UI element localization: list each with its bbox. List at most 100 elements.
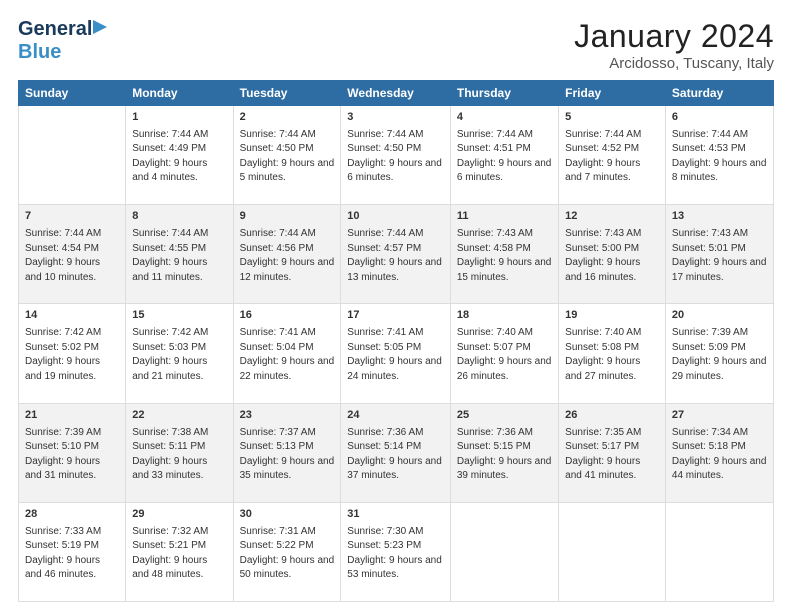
daylight: Daylight: 9 hours and 26 minutes. (457, 356, 552, 382)
calendar-cell: 8Sunrise: 7:44 AMSunset: 4:55 PMDaylight… (126, 205, 233, 304)
calendar-row-3: 21Sunrise: 7:39 AMSunset: 5:10 PMDayligh… (19, 403, 774, 502)
sunset: Sunset: 5:07 PM (457, 342, 531, 353)
day-number: 8 (132, 209, 226, 225)
day-number: 28 (25, 507, 119, 523)
day-number: 30 (240, 507, 335, 523)
calendar-row-4: 28Sunrise: 7:33 AMSunset: 5:19 PMDayligh… (19, 502, 774, 601)
day-number: 27 (672, 408, 767, 424)
sunrise: Sunrise: 7:42 AM (132, 327, 208, 338)
sunset: Sunset: 5:02 PM (25, 342, 99, 353)
daylight: Daylight: 9 hours and 22 minutes. (240, 356, 335, 382)
day-number: 3 (347, 110, 444, 126)
calendar-cell: 17Sunrise: 7:41 AMSunset: 5:05 PMDayligh… (341, 304, 451, 403)
calendar-row-0: 1Sunrise: 7:44 AMSunset: 4:49 PMDaylight… (19, 106, 774, 205)
calendar-title: January 2024 (574, 18, 774, 55)
daylight: Daylight: 9 hours and 41 minutes. (565, 456, 640, 482)
calendar-cell: 21Sunrise: 7:39 AMSunset: 5:10 PMDayligh… (19, 403, 126, 502)
calendar-cell: 30Sunrise: 7:31 AMSunset: 5:22 PMDayligh… (233, 502, 341, 601)
daylight: Daylight: 9 hours and 13 minutes. (347, 257, 442, 283)
day-number: 11 (457, 209, 552, 225)
day-number: 24 (347, 408, 444, 424)
daylight: Daylight: 9 hours and 50 minutes. (240, 555, 335, 581)
sunrise: Sunrise: 7:44 AM (565, 129, 641, 140)
logo-general: General (18, 18, 92, 41)
sunrise: Sunrise: 7:42 AM (25, 327, 101, 338)
calendar-cell: 18Sunrise: 7:40 AMSunset: 5:07 PMDayligh… (450, 304, 558, 403)
daylight: Daylight: 9 hours and 21 minutes. (132, 356, 207, 382)
col-sunday: Sunday (19, 81, 126, 106)
day-number: 21 (25, 408, 119, 424)
sunrise: Sunrise: 7:30 AM (347, 526, 423, 537)
calendar-cell: 3 Sunrise: 7:44 AM Sunset: 4:50 PM Daylight… (341, 106, 451, 205)
sunrise: Sunrise: 7:32 AM (132, 526, 208, 537)
day-number: 10 (347, 209, 444, 225)
sunset: Sunset: 5:22 PM (240, 540, 314, 551)
calendar-cell: 6Sunrise: 7:44 AMSunset: 4:53 PMDaylight… (665, 106, 773, 205)
sunrise: Sunrise: 7:33 AM (25, 526, 101, 537)
logo-blue: Blue (18, 41, 61, 63)
logo-line2: Blue (18, 41, 61, 64)
calendar-cell: 12Sunrise: 7:43 AMSunset: 5:00 PMDayligh… (559, 205, 666, 304)
col-saturday: Saturday (665, 81, 773, 106)
daylight: Daylight: 9 hours and 6 minutes. (347, 158, 442, 184)
logo: General Blue (18, 18, 107, 64)
sunset: Sunset: 4:50 PM (240, 143, 314, 154)
day-number: 29 (132, 507, 226, 523)
calendar-cell: 16Sunrise: 7:41 AMSunset: 5:04 PMDayligh… (233, 304, 341, 403)
sunset: Sunset: 5:11 PM (132, 441, 205, 452)
daylight: Daylight: 9 hours and 8 minutes. (672, 158, 767, 184)
daylight: Daylight: 9 hours and 33 minutes. (132, 456, 207, 482)
sunrise: Sunrise: 7:36 AM (347, 427, 423, 438)
sunset: Sunset: 4:52 PM (565, 143, 639, 154)
daylight: Daylight: 9 hours and 17 minutes. (672, 257, 767, 283)
daylight: Daylight: 9 hours and 6 minutes. (457, 158, 552, 184)
calendar-cell: 9Sunrise: 7:44 AMSunset: 4:56 PMDaylight… (233, 205, 341, 304)
sunrise: Sunrise: 7:37 AM (240, 427, 316, 438)
sunset: Sunset: 5:15 PM (457, 441, 531, 452)
sunset: Sunset: 4:57 PM (347, 243, 421, 254)
calendar-cell: 20Sunrise: 7:39 AMSunset: 5:09 PMDayligh… (665, 304, 773, 403)
sunset: Sunset: 5:00 PM (565, 243, 639, 254)
calendar-cell (559, 502, 666, 601)
calendar-table: Sunday Monday Tuesday Wednesday Thursday… (18, 80, 774, 602)
daylight: Daylight: 9 hours and 53 minutes. (347, 555, 442, 581)
sunset: Sunset: 5:18 PM (672, 441, 746, 452)
sunset: Sunset: 4:58 PM (457, 243, 531, 254)
calendar-subtitle: Arcidosso, Tuscany, Italy (574, 55, 774, 72)
sunrise: Sunrise: 7:41 AM (240, 327, 316, 338)
sunset: Sunset: 4:53 PM (672, 143, 746, 154)
calendar-cell (450, 502, 558, 601)
day-number: 23 (240, 408, 335, 424)
day-number: 7 (25, 209, 119, 225)
daylight: Daylight: 9 hours and 31 minutes. (25, 456, 100, 482)
calendar-cell: 2Sunrise: 7:44 AMSunset: 4:50 PMDaylight… (233, 106, 341, 205)
sunset: Sunset: 5:21 PM (132, 540, 206, 551)
sunset: Sunset: 4:54 PM (25, 243, 99, 254)
col-monday: Monday (126, 81, 233, 106)
day-number: 26 (565, 408, 659, 424)
col-thursday: Thursday (450, 81, 558, 106)
calendar-cell: 29Sunrise: 7:32 AMSunset: 5:21 PMDayligh… (126, 502, 233, 601)
sunrise: Sunrise: 7:44 AM (132, 228, 208, 239)
sunrise: Sunrise: 7:44 AM (347, 129, 423, 140)
day-number: 18 (457, 308, 552, 324)
day-number: 16 (240, 308, 335, 324)
sunrise: Sunrise: 7:41 AM (347, 327, 423, 338)
calendar-cell: 14Sunrise: 7:42 AMSunset: 5:02 PMDayligh… (19, 304, 126, 403)
calendar-cell: 27Sunrise: 7:34 AMSunset: 5:18 PMDayligh… (665, 403, 773, 502)
daylight: Daylight: 9 hours and 5 minutes. (240, 158, 335, 184)
sunrise: Sunrise: 7:39 AM (672, 327, 748, 338)
sunrise: Sunrise: 7:43 AM (672, 228, 748, 239)
sunrise: Sunrise: 7:44 AM (347, 228, 423, 239)
day-number: 19 (565, 308, 659, 324)
sunrise: Sunrise: 7:38 AM (132, 427, 208, 438)
daylight: Daylight: 9 hours and 35 minutes. (240, 456, 335, 482)
col-wednesday: Wednesday (341, 81, 451, 106)
sunset: Sunset: 4:50 PM (347, 143, 421, 154)
daylight: Daylight: 9 hours and 29 minutes. (672, 356, 767, 382)
sunset: Sunset: 5:09 PM (672, 342, 746, 353)
sunset: Sunset: 5:01 PM (672, 243, 746, 254)
daylight: Daylight: 9 hours and 44 minutes. (672, 456, 767, 482)
day-number: 4 (457, 110, 552, 126)
calendar-cell: 26Sunrise: 7:35 AMSunset: 5:17 PMDayligh… (559, 403, 666, 502)
